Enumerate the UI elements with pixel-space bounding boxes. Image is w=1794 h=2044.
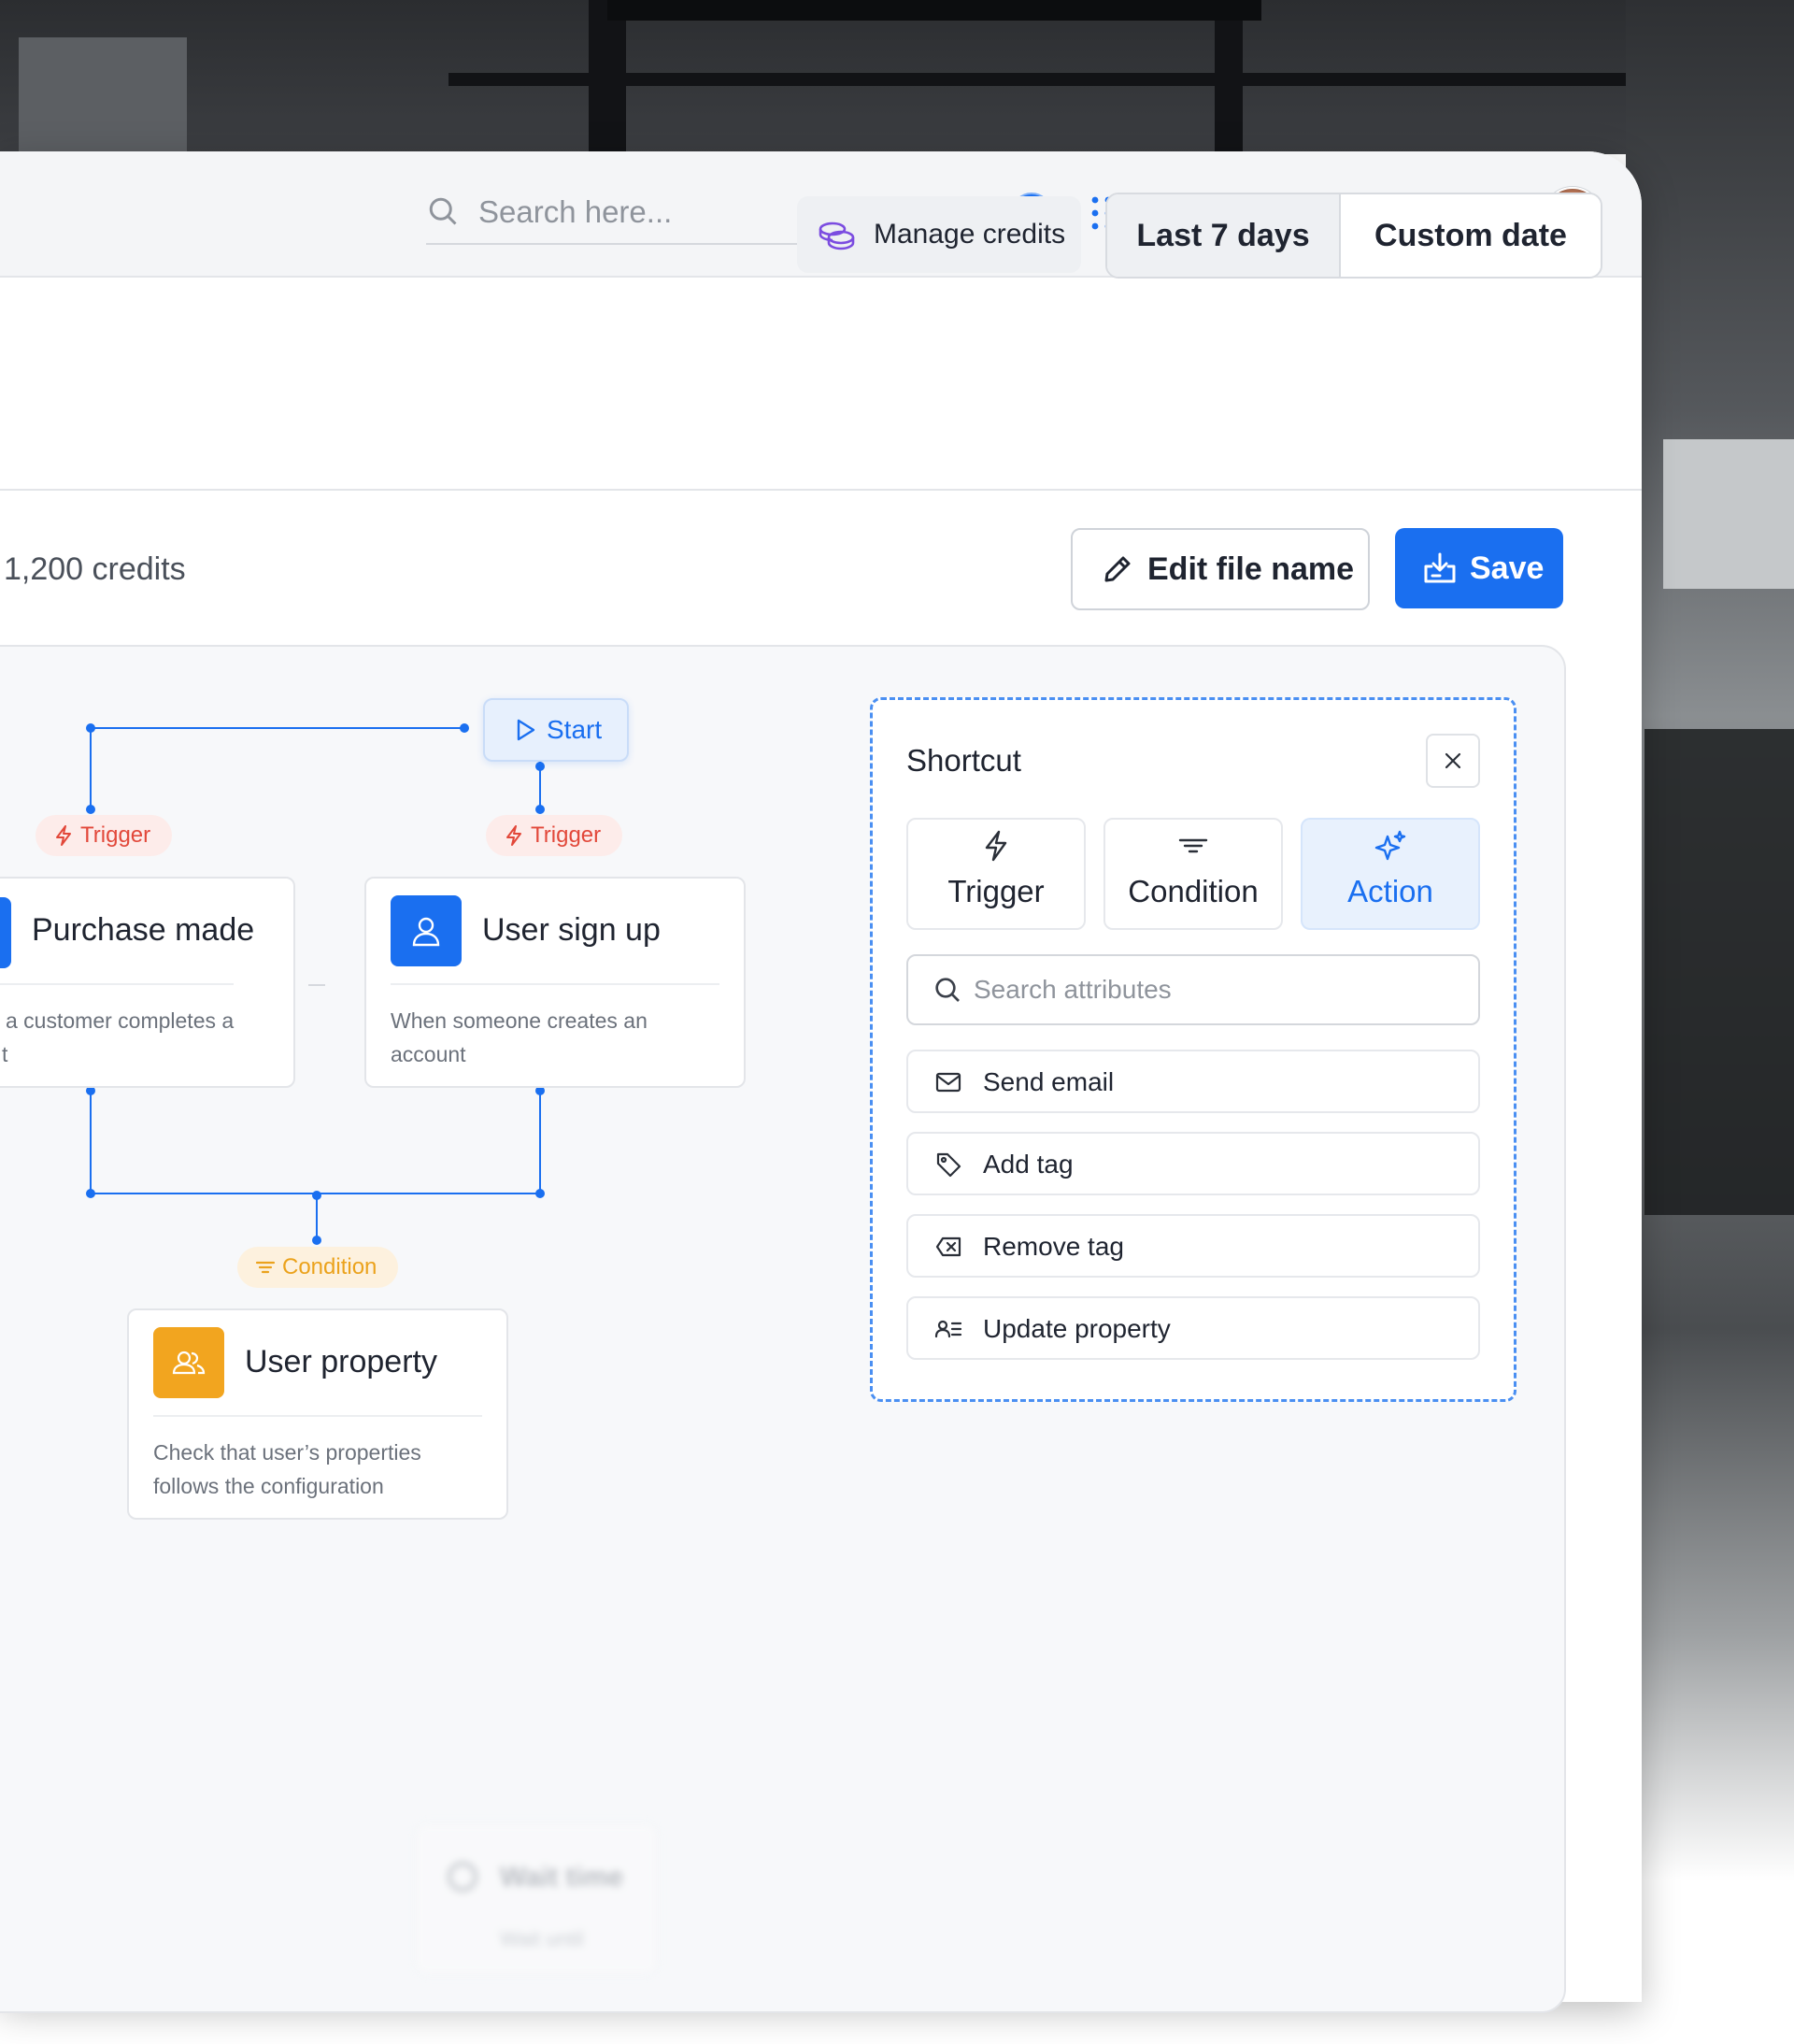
node-description-line: Check that user’s properties [153, 1440, 421, 1465]
action-remove-tag[interactable]: Remove tag [906, 1214, 1480, 1278]
tab-label: Trigger [947, 874, 1045, 908]
save-button[interactable]: Save [1395, 528, 1563, 608]
user-list-icon [934, 1320, 962, 1338]
shortcut-panel: Shortcut Trigger Condition Action Search… [870, 697, 1516, 1402]
tab-label: Condition [1128, 874, 1259, 908]
node-title: Purchase made [32, 912, 255, 948]
filter-icon [255, 1261, 276, 1274]
tab-action[interactable]: Action [1301, 818, 1480, 930]
node-title: User sign up [482, 912, 661, 948]
action-add-tag[interactable]: Add tag [906, 1132, 1480, 1195]
node-description-line: When someone creates an [391, 1008, 648, 1033]
start-node[interactable]: Start [483, 698, 629, 762]
download-tray-icon [1424, 552, 1456, 583]
node-description-line: a customer completes a [6, 1008, 235, 1033]
node-badge [153, 1327, 224, 1398]
manage-credits-label: Manage credits [874, 219, 1066, 250]
condition-pill[interactable]: Condition [237, 1247, 398, 1288]
node-badge [0, 897, 11, 968]
shortcut-title: Shortcut [906, 743, 1021, 778]
range-last-7-days[interactable]: Last 7 days [1107, 194, 1341, 277]
action-label: Remove tag [983, 1232, 1124, 1261]
users-icon [172, 1351, 206, 1375]
start-label: Start [547, 715, 603, 744]
tab-trigger[interactable]: Trigger [906, 818, 1086, 930]
action-send-email[interactable]: Send email [906, 1050, 1480, 1113]
attribute-search-placeholder: Search attributes [974, 975, 1172, 1004]
lightning-icon [506, 825, 521, 846]
node-title: User property [245, 1344, 437, 1379]
header-toolbar [0, 276, 1642, 491]
save-label: Save [1470, 550, 1545, 586]
search-icon [935, 978, 960, 1002]
action-label: Add tag [983, 1150, 1074, 1179]
credits-count: 1,200 credits [4, 551, 186, 587]
close-button[interactable] [1426, 734, 1480, 788]
mail-icon [935, 1072, 961, 1093]
play-icon [517, 719, 535, 741]
action-update-property[interactable]: Update property [906, 1296, 1480, 1360]
trigger-pill[interactable]: Trigger [486, 815, 622, 856]
lightning-icon [56, 825, 71, 846]
node-description-line: account [391, 1042, 466, 1066]
coins-icon [819, 222, 855, 250]
node-user-sign-up[interactable]: User sign up When someone creates an acc… [364, 877, 746, 1088]
node-description-line: Wait until [500, 1927, 584, 1951]
lightning-icon [985, 830, 1007, 862]
close-icon [1445, 752, 1461, 769]
action-label: Send email [983, 1067, 1115, 1096]
node-description-line: follows the configuration [153, 1474, 384, 1498]
node-wait-time[interactable]: Wait time Wait until [414, 1822, 659, 1976]
node-title: Wait time [500, 1862, 624, 1893]
filter-icon [1178, 838, 1208, 853]
range-custom-date[interactable]: Custom date [1341, 194, 1601, 277]
trigger-pill-label: Trigger [80, 822, 151, 848]
tab-label: Action [1347, 874, 1433, 908]
edit-file-name-label: Edit file name [1147, 550, 1355, 587]
trigger-pill-label: Trigger [531, 822, 602, 848]
trigger-pill[interactable]: Trigger [36, 815, 172, 856]
node-badge [391, 895, 462, 966]
tag-icon [936, 1152, 961, 1178]
attribute-search-input[interactable]: Search attributes [906, 954, 1480, 1025]
search-placeholder: Search here... [478, 194, 673, 229]
condition-pill-label: Condition [282, 1254, 377, 1279]
pencil-icon [1104, 556, 1131, 582]
node-purchase-made[interactable]: Purchase made a customer completes a t [0, 877, 295, 1088]
clock-icon [448, 1862, 477, 1892]
date-range-toggle: Last 7 days Custom date [1105, 193, 1602, 279]
search-icon [429, 197, 457, 225]
sparkle-icon [1374, 830, 1406, 861]
edit-file-name-button[interactable]: Edit file name [1071, 528, 1370, 610]
backspace-icon [935, 1236, 961, 1257]
tab-condition[interactable]: Condition [1103, 818, 1283, 930]
user-icon [412, 917, 440, 947]
manage-credits-button[interactable]: Manage credits [797, 196, 1081, 273]
node-description-line: t [2, 1042, 8, 1066]
node-user-property[interactable]: User property Check that user’s properti… [127, 1308, 508, 1520]
action-label: Update property [983, 1314, 1171, 1343]
